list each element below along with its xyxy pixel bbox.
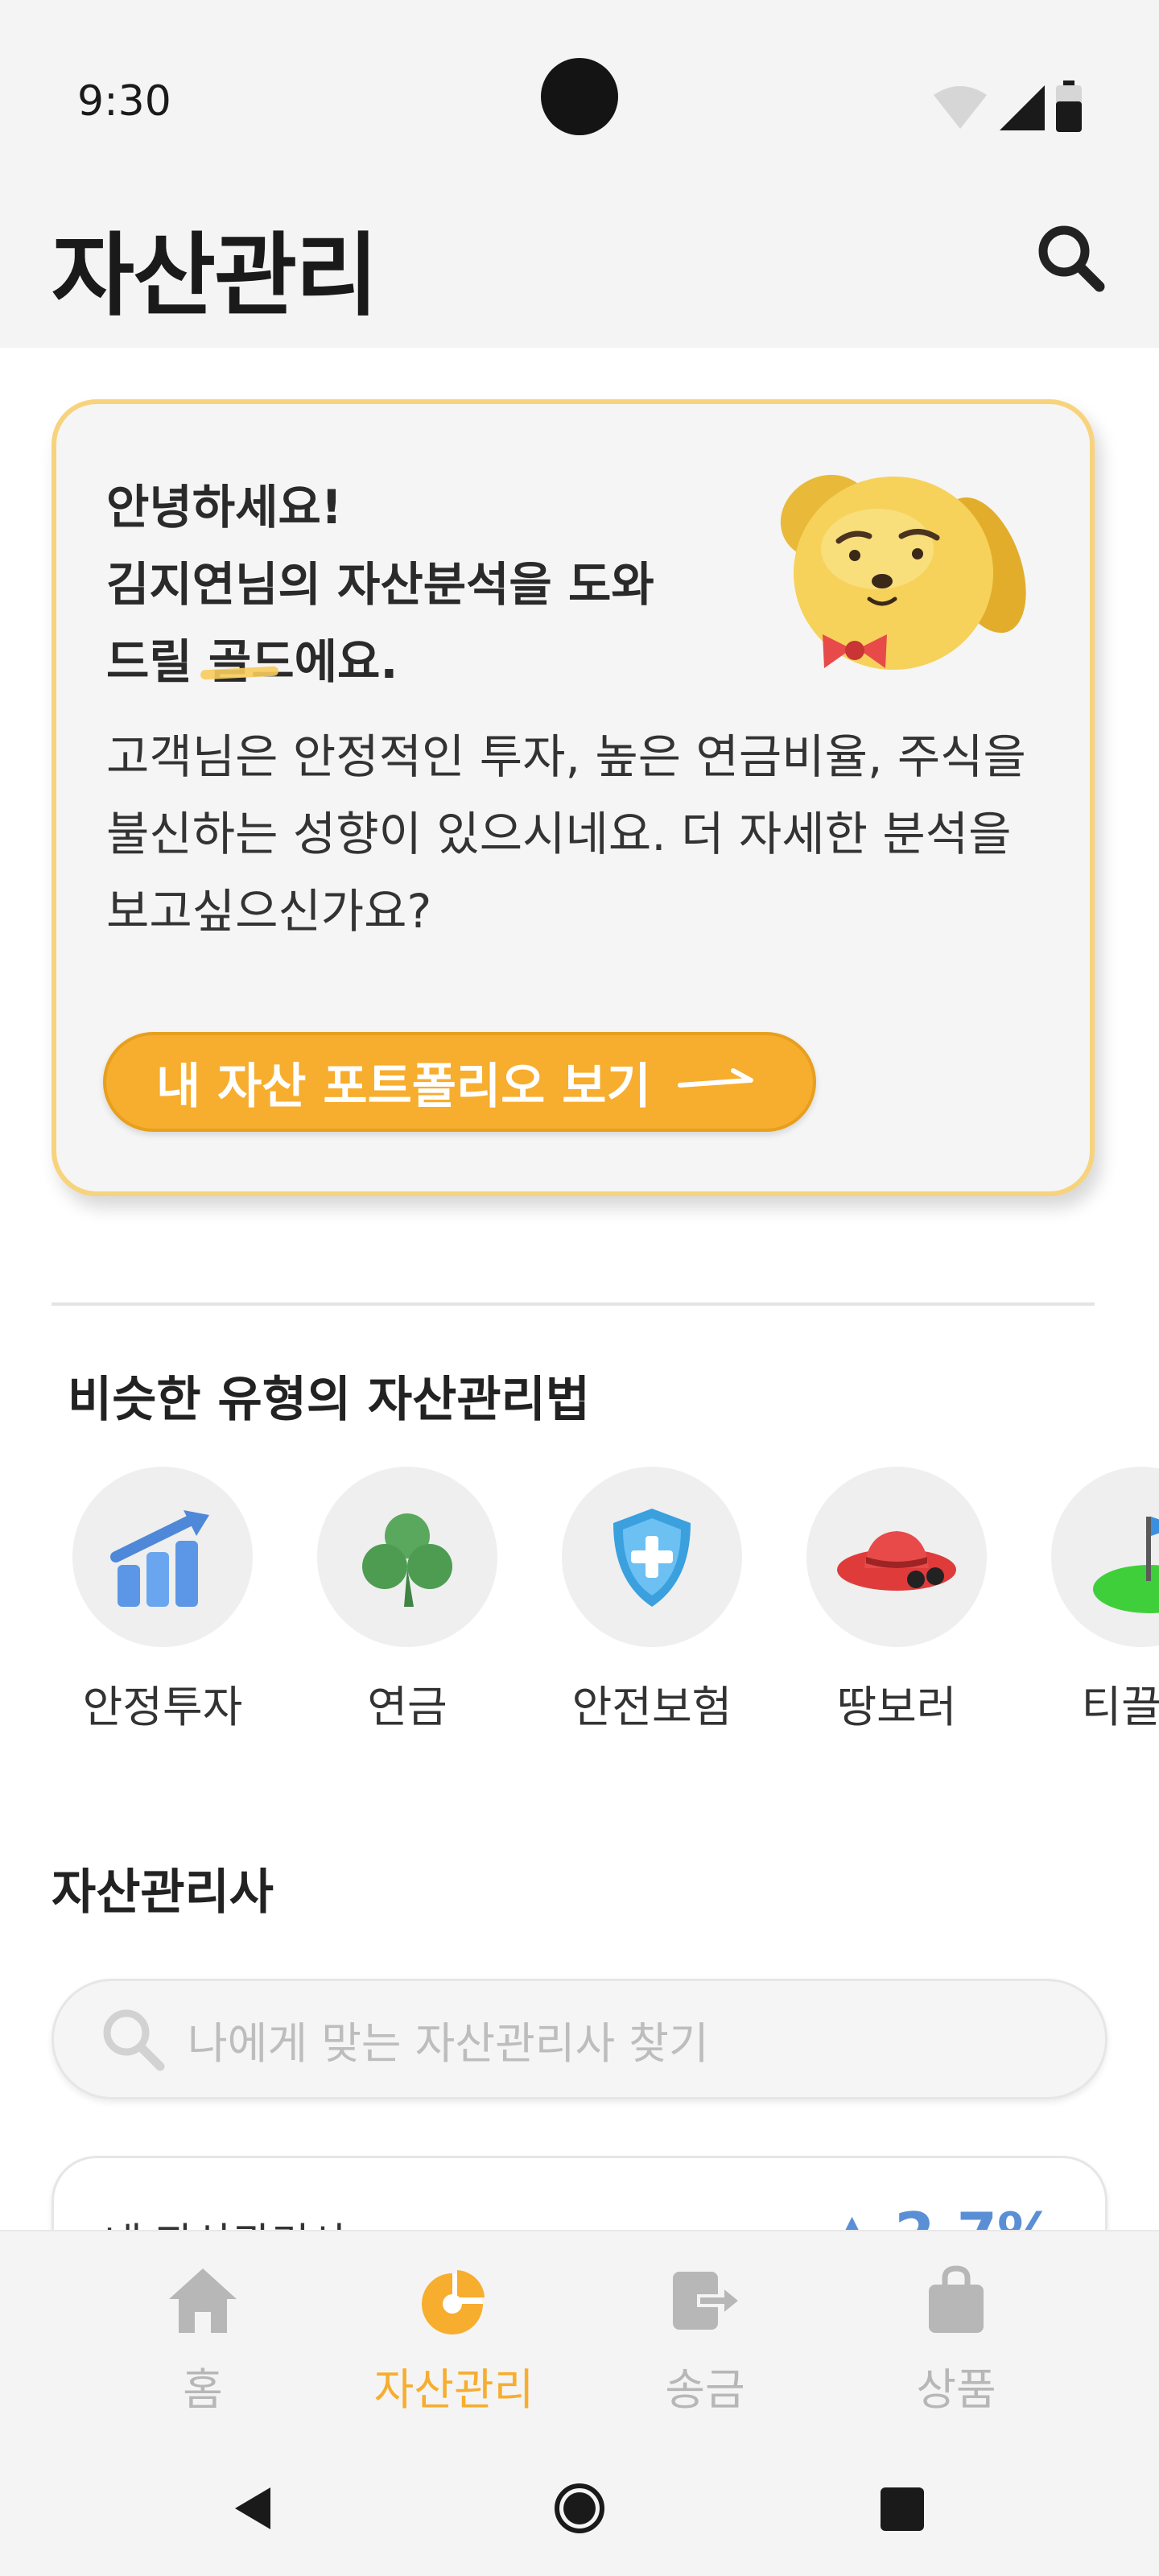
category-label: 티끌모 — [1081, 1682, 1159, 1732]
category-label: 안전보험 — [571, 1682, 732, 1732]
battery-icon — [1056, 80, 1082, 132]
similar-categories: 안정투자 연금 안전보험 땅보러 티끌 — [66, 1467, 1159, 1740]
category-pension[interactable]: 연금 — [311, 1467, 504, 1735]
gold-dog-mascot-icon — [780, 474, 1026, 670]
golf-flag-icon — [1093, 1517, 1159, 1613]
gold-name: 골드 — [208, 634, 295, 689]
page-title: 자산관리 — [52, 224, 378, 328]
back-icon[interactable] — [230, 2484, 275, 2533]
category-stable-investment[interactable]: 안정투자 — [66, 1467, 259, 1735]
view-portfolio-button[interactable]: 내 자산 포트폴리오 보기 — [103, 1032, 816, 1132]
bottom-nav: 홈 자산관리 송금 상품 — [0, 2230, 1159, 2431]
category-land[interactable]: 땅보러 — [800, 1467, 993, 1735]
arrow-right-icon — [677, 1068, 753, 1088]
sun-hat-icon — [837, 1531, 956, 1591]
clover-icon — [362, 1513, 452, 1607]
greeting-text: 에요. — [294, 634, 398, 689]
shield-plus-icon — [613, 1509, 691, 1607]
greeting-line-2: 김지연님의 자산분석을 도와 — [106, 557, 654, 612]
hero-description: 고객님은 안정적인 투자, 높은 연금비율, 주식을 불신하는 성향이 있으시네… — [106, 729, 1026, 939]
wifi-icon — [934, 86, 987, 129]
category-icon-circle — [72, 1467, 253, 1647]
greeting-text: 드릴 — [106, 634, 208, 689]
search-icon — [103, 2009, 165, 2071]
nav-products[interactable]: 상품 — [860, 2262, 1053, 2417]
advisor-search-input[interactable]: 나에게 맞는 자산관리사 찾기 — [52, 1979, 1107, 2099]
status-time: 9:30 — [77, 77, 171, 126]
pie-chart-icon — [422, 2270, 485, 2334]
category-label: 안정투자 — [82, 1682, 243, 1732]
category-icon-circle — [562, 1467, 742, 1647]
home-circle-icon[interactable] — [552, 2481, 607, 2536]
search-icon[interactable] — [1030, 217, 1111, 298]
section-divider — [52, 1302, 1095, 1306]
nav-label: 상품 — [916, 2364, 996, 2415]
greeting-line-3: 드릴 골드에요. — [106, 623, 798, 700]
similar-section-title: 비슷한 유형의 자산관리법 — [68, 1372, 590, 1428]
nav-transfer[interactable]: 송금 — [608, 2262, 802, 2417]
greeting-line-1: 안녕하세요! — [106, 480, 343, 535]
status-icons — [932, 80, 1082, 132]
nav-label: 송금 — [665, 2364, 745, 2415]
category-label: 연금 — [367, 1682, 448, 1732]
home-icon — [169, 2268, 237, 2333]
signal-icon — [1000, 85, 1045, 130]
category-icon-circle — [317, 1467, 497, 1647]
shopping-bag-icon — [929, 2265, 984, 2333]
hero-card: 안녕하세요! 김지연님의 자산분석을 도와 드릴 골드에요. 고객님은 안정적인… — [52, 399, 1095, 1196]
hero-greeting: 안녕하세요! 김지연님의 자산분석을 도와 드릴 골드에요. — [106, 469, 798, 700]
category-icon-circle — [806, 1467, 987, 1647]
nav-home[interactable]: 홈 — [106, 2262, 299, 2417]
category-label: 땅보러 — [836, 1682, 957, 1732]
search-placeholder: 나에게 맞는 자산관리사 찾기 — [188, 2017, 709, 2069]
nav-label: 홈 — [183, 2364, 223, 2415]
advisor-section-title: 자산관리사 — [52, 1864, 274, 1921]
category-icon-circle — [1051, 1467, 1159, 1647]
recents-icon[interactable] — [879, 2486, 926, 2533]
nav-asset-management[interactable]: 자산관리 — [357, 2262, 551, 2417]
view-portfolio-label: 내 자산 포트폴리오 보기 — [156, 1058, 651, 1115]
transfer-icon — [673, 2272, 744, 2330]
category-safety-insurance[interactable]: 안전보험 — [555, 1467, 749, 1735]
category-savings[interactable]: 티끌모 — [1045, 1467, 1159, 1735]
header: 자산관리 — [0, 161, 1159, 348]
system-nav-bar — [0, 2431, 1159, 2576]
camera-cutout — [541, 58, 618, 135]
nav-label: 자산관리 — [373, 2364, 534, 2415]
bar-chart-icon — [110, 1510, 209, 1607]
